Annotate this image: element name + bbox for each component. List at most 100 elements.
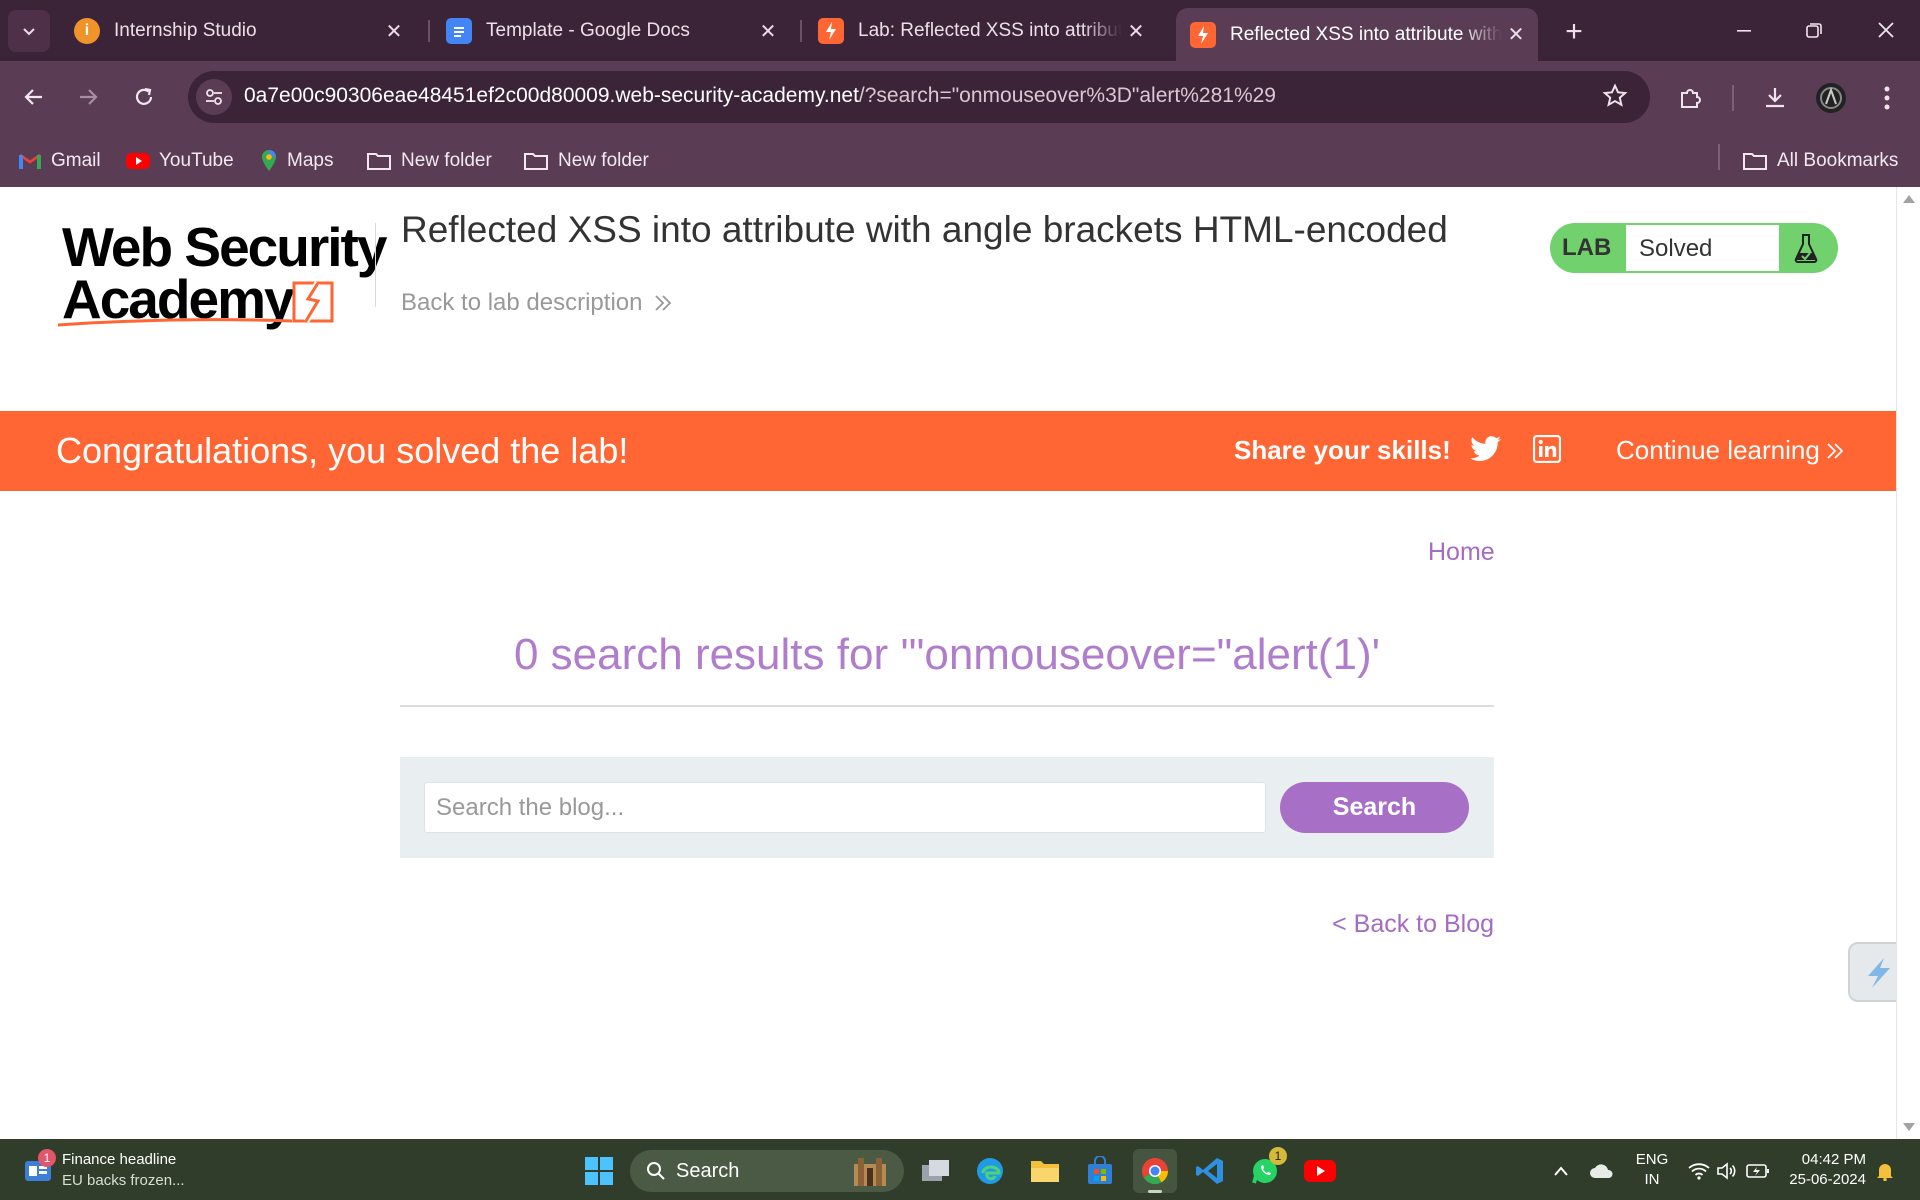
search-input[interactable]: [424, 782, 1266, 833]
notification-badge: 1: [38, 1149, 56, 1167]
youtube-app-button[interactable]: [1298, 1149, 1342, 1193]
double-chevron-right-icon: [654, 293, 672, 313]
file-explorer-button[interactable]: [1023, 1149, 1067, 1193]
url-path: /?search="onmouseover%3D"alert%281%29: [858, 84, 1276, 107]
cloud-icon: [1590, 1164, 1613, 1178]
minimize-icon: [1737, 30, 1751, 32]
tab-lab-description[interactable]: Lab: Reflected XSS into attribute with a…: [804, 10, 1158, 52]
wifi-tray[interactable]: [1686, 1149, 1712, 1193]
wifi-icon: [1688, 1163, 1710, 1180]
chrome-button[interactable]: [1133, 1149, 1177, 1193]
downloads-button[interactable]: [1754, 77, 1796, 119]
url-text[interactable]: 0a7e00c90306eae48451ef2c00d80009.web-sec…: [244, 84, 1276, 108]
bookmark-maps[interactable]: Maps: [260, 147, 333, 175]
tab-reflected-xss[interactable]: Reflected XSS into attribute with angle …: [1176, 8, 1538, 61]
close-tab-icon[interactable]: ✕: [754, 17, 782, 45]
search-panel: Search: [400, 757, 1494, 858]
url-host: 0a7e00c90306eae48451ef2c00d80009.web-sec…: [244, 84, 859, 107]
notifications-button[interactable]: [1870, 1149, 1900, 1193]
bell-icon: [1877, 1164, 1893, 1181]
page-scrollbar[interactable]: [1896, 187, 1920, 1139]
search-icon: [646, 1161, 666, 1181]
news-widget[interactable]: 1 Finance headline EU backs frozen...: [22, 1149, 192, 1193]
tune-icon: [206, 89, 222, 105]
menu-button[interactable]: [1866, 77, 1908, 119]
vscode-icon: [1196, 1158, 1223, 1184]
close-icon: [1878, 22, 1894, 38]
portswigger-icon: [818, 18, 844, 44]
chevron-up-icon: [1554, 1166, 1568, 1176]
floating-extension-widget[interactable]: [1848, 942, 1896, 1002]
close-tab-icon[interactable]: ✕: [1502, 21, 1530, 49]
chevron-down-icon: [23, 28, 35, 36]
lab-title: Reflected XSS into attribute with angle …: [401, 209, 1448, 250]
minimize-button[interactable]: [1716, 6, 1772, 54]
web-security-academy-logo[interactable]: Web Security Academy: [56, 215, 387, 335]
close-tab-icon[interactable]: ✕: [1122, 17, 1150, 45]
show-hidden-icons[interactable]: [1548, 1149, 1574, 1193]
restore-button[interactable]: [1786, 6, 1842, 54]
back-button[interactable]: [12, 75, 56, 119]
tab-internship-studio[interactable]: i Internship Studio ✕: [60, 10, 416, 52]
youtube-icon: [126, 152, 150, 170]
solved-banner: Congratulations, you solved the lab! Sha…: [0, 411, 1896, 491]
lab-status: Solved: [1626, 225, 1779, 271]
linkedin-icon[interactable]: [1532, 434, 1562, 468]
search-highlight-icon: [854, 1158, 886, 1186]
battery-tray[interactable]: [1744, 1149, 1772, 1193]
back-to-lab-description-link[interactable]: Back to lab description: [401, 289, 672, 317]
vscode-button[interactable]: [1188, 1149, 1232, 1193]
reload-icon: [135, 87, 153, 105]
edge-button[interactable]: [968, 1149, 1012, 1193]
forward-button[interactable]: [66, 75, 110, 119]
start-button[interactable]: [577, 1149, 621, 1193]
new-tab-button[interactable]: +: [1556, 14, 1592, 50]
tab-search-button[interactable]: [8, 10, 50, 52]
windows-taskbar: 1 Finance headline EU backs frozen... Se…: [0, 1139, 1920, 1200]
twitter-icon[interactable]: [1470, 435, 1502, 468]
bookmark-folder-1[interactable]: New folder: [366, 147, 492, 175]
input-language[interactable]: ENG IN: [1632, 1150, 1672, 1190]
task-view-button[interactable]: [914, 1149, 958, 1193]
bookmark-star-icon[interactable]: [1602, 83, 1628, 114]
internship-studio-icon: i: [74, 18, 100, 44]
page-content: Web Security Academy Reflected XSS into …: [0, 187, 1896, 1139]
whatsapp-button[interactable]: 1: [1243, 1147, 1287, 1193]
store-icon: [1088, 1156, 1112, 1184]
maps-icon: [260, 149, 278, 173]
scroll-down-arrow[interactable]: [1903, 1123, 1915, 1131]
clock-date: 25-06-2024: [1789, 1171, 1866, 1188]
search-button[interactable]: Search: [1280, 782, 1469, 833]
lightning-widget-icon: [1868, 958, 1890, 988]
profile-avatar[interactable]: [1810, 77, 1852, 119]
continue-learning-link[interactable]: Continue learning: [1616, 435, 1844, 466]
extensions-button[interactable]: [1670, 77, 1712, 119]
taskbar-clock[interactable]: 04:42 PM 25-06-2024: [1780, 1150, 1866, 1190]
task-view-icon: [922, 1160, 949, 1181]
close-tab-icon[interactable]: ✕: [380, 17, 408, 45]
address-bar[interactable]: 0a7e00c90306eae48451ef2c00d80009.web-sec…: [188, 71, 1650, 123]
google-docs-icon: [446, 18, 472, 44]
reload-button[interactable]: [122, 75, 166, 119]
windows-start-icon: [585, 1157, 613, 1185]
scroll-up-arrow[interactable]: [1903, 195, 1915, 203]
volume-tray[interactable]: [1714, 1149, 1740, 1193]
taskbar-search[interactable]: Search: [630, 1150, 904, 1192]
bookmark-youtube[interactable]: YouTube: [126, 147, 234, 175]
puzzle-icon: [1681, 89, 1701, 108]
home-link[interactable]: Home: [1428, 538, 1495, 567]
back-to-blog-link[interactable]: < Back to Blog: [1330, 910, 1494, 939]
bookmarks-divider: [1718, 144, 1720, 170]
tab-google-docs[interactable]: Template - Google Docs ✕: [432, 10, 790, 52]
bookmark-gmail[interactable]: Gmail: [18, 147, 101, 175]
store-button[interactable]: [1078, 1149, 1122, 1193]
tab-strip: i Internship Studio ✕ Template - Google …: [0, 0, 1920, 61]
bookmark-folder-2[interactable]: New folder: [523, 147, 649, 175]
onedrive-tray[interactable]: [1586, 1149, 1618, 1193]
close-window-button[interactable]: [1858, 6, 1914, 54]
whatsapp-badge: 1: [1269, 1147, 1287, 1165]
all-bookmarks[interactable]: All Bookmarks: [1742, 147, 1898, 175]
folder-icon: [1742, 151, 1768, 171]
more-vertical-icon: [1884, 86, 1890, 110]
site-info-button[interactable]: [196, 79, 232, 115]
